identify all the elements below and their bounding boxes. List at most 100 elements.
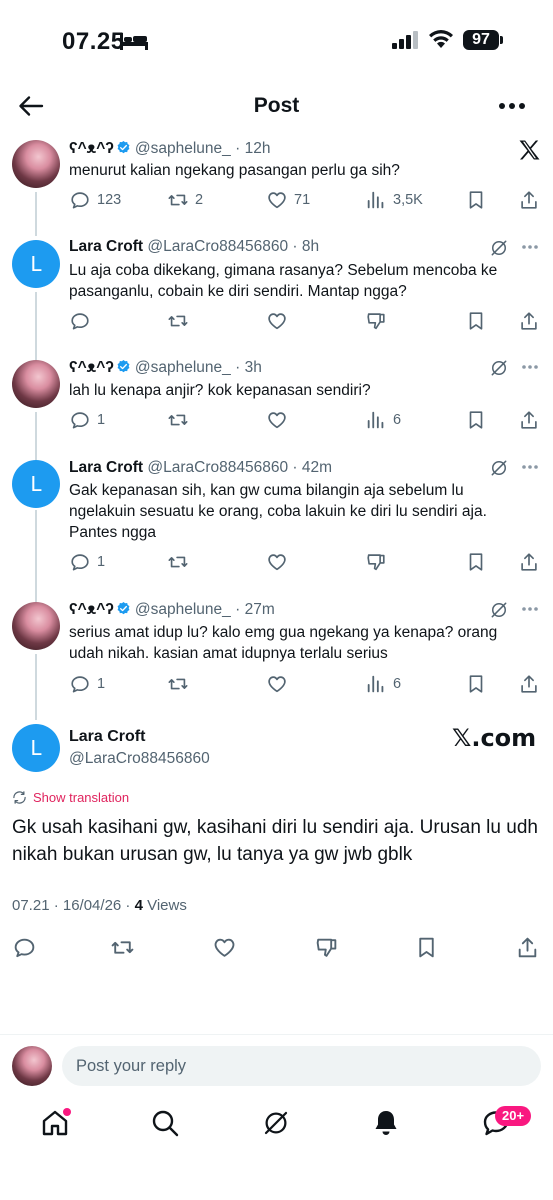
grok-icon[interactable] [489, 600, 509, 620]
thread-line [35, 510, 37, 602]
home-notification-dot [63, 1108, 71, 1116]
more-icon[interactable] [521, 464, 539, 470]
views-count: 3,5K [393, 192, 423, 208]
like-button[interactable] [266, 672, 288, 696]
reply-button[interactable]: 1 [69, 550, 105, 574]
views-count: 6 [393, 412, 402, 428]
repost-icon [167, 409, 189, 431]
author-handle[interactable]: @LaraCro88456860 [147, 238, 288, 255]
views-button[interactable]: 6 [365, 408, 401, 432]
share-icon [515, 935, 540, 960]
repost-button[interactable] [167, 550, 189, 574]
like-button[interactable]: 71 [266, 188, 310, 212]
share-button[interactable] [518, 309, 540, 333]
reply-button[interactable]: 1 [69, 408, 105, 432]
grok-icon[interactable] [489, 238, 509, 258]
my-avatar[interactable] [12, 1046, 52, 1086]
author-handle[interactable]: @saphelune_ [135, 140, 231, 157]
author-name[interactable]: ʕ^ᴥ^ʔ [69, 359, 114, 376]
repost-button[interactable]: 2 [167, 188, 203, 212]
back-arrow-icon[interactable] [18, 94, 44, 118]
show-translation-link[interactable]: Show translation [12, 790, 129, 805]
reply-button[interactable]: 1 [69, 672, 105, 696]
bookmark-icon [465, 310, 487, 332]
avatar[interactable] [12, 140, 60, 188]
messages-badge: 20+ [495, 1106, 532, 1126]
thread-line [35, 654, 37, 720]
author-name[interactable]: Lara Croft [69, 459, 143, 476]
thread-line [35, 192, 37, 236]
post-actions: 1 6 [69, 672, 539, 696]
more-icon[interactable] [521, 606, 539, 612]
repost-button[interactable] [167, 309, 189, 333]
nav-notifications[interactable] [371, 1108, 403, 1140]
main-post-text: Gk usah kasihani gw, kasihani diri lu se… [12, 817, 538, 865]
share-button[interactable] [518, 408, 540, 432]
author-handle[interactable]: @LaraCro88456860 [147, 459, 288, 476]
post-actions: 1 6 [69, 408, 539, 432]
battery-tip [500, 36, 503, 44]
thread-line [35, 292, 37, 360]
avatar[interactable] [12, 602, 60, 650]
repost-button[interactable] [110, 933, 135, 961]
author-name[interactable]: ʕ^ᴥ^ʔ [69, 601, 114, 618]
reply-button[interactable] [69, 309, 91, 333]
avatar[interactable] [12, 360, 60, 408]
share-button[interactable] [515, 933, 540, 961]
bookmark-button[interactable] [465, 550, 487, 574]
share-icon [518, 189, 540, 211]
post-time: · 3h [235, 359, 262, 376]
divider [0, 1034, 553, 1035]
bookmark-icon [414, 935, 439, 960]
nav-grok[interactable] [261, 1108, 293, 1140]
avatar[interactable]: L [12, 240, 60, 288]
dislike-button[interactable] [365, 309, 387, 333]
bookmark-button[interactable] [465, 672, 487, 696]
like-button[interactable] [266, 408, 288, 432]
more-icon[interactable] [521, 244, 539, 250]
more-icon[interactable] [498, 100, 526, 112]
main-post-actions [12, 933, 542, 961]
like-button[interactable] [266, 309, 288, 333]
timestamp-text: 07.21 · 16/04/26 · [12, 897, 135, 914]
avatar[interactable]: L [12, 724, 60, 772]
grok-icon[interactable] [489, 358, 509, 378]
share-button[interactable] [518, 672, 540, 696]
share-button[interactable] [518, 550, 540, 574]
repost-button[interactable] [167, 672, 189, 696]
views-count: 4 [134, 897, 143, 914]
dislike-button[interactable] [314, 933, 339, 961]
reply-icon [69, 673, 91, 695]
like-button[interactable] [212, 933, 237, 961]
bookmark-button[interactable] [465, 309, 487, 333]
bookmark-button[interactable] [465, 408, 487, 432]
reply-input[interactable]: Post your reply [62, 1046, 541, 1086]
views-button[interactable]: 3,5K [365, 188, 423, 212]
reply-button[interactable]: 123 [69, 188, 121, 212]
reply-count: 1 [97, 412, 106, 428]
nav-search[interactable] [150, 1108, 182, 1140]
author-handle[interactable]: @LaraCro88456860 [69, 750, 210, 768]
post-meta: ʕ^ᴥ^ʔ @saphelune_ · 3h [69, 359, 262, 377]
x-com-watermark: 𝕏.com [452, 724, 537, 752]
bookmark-button[interactable] [465, 188, 487, 212]
views-button[interactable]: 6 [365, 672, 401, 696]
dislike-button[interactable] [365, 550, 387, 574]
author-name[interactable]: Lara Croft [69, 238, 143, 255]
repost-button[interactable] [167, 408, 189, 432]
author-name[interactable]: ʕ^ᴥ^ʔ [69, 140, 114, 157]
wifi-icon [429, 30, 453, 48]
bell-icon [375, 1111, 397, 1135]
bookmark-button[interactable] [414, 933, 439, 961]
author-handle[interactable]: @saphelune_ [135, 359, 231, 376]
more-icon[interactable] [521, 364, 539, 370]
avatar[interactable]: L [12, 460, 60, 508]
x-logo-icon[interactable] [517, 138, 541, 162]
like-button[interactable] [266, 550, 288, 574]
share-button[interactable] [518, 188, 540, 212]
grok-icon[interactable] [489, 458, 509, 478]
author-name[interactable]: Lara Croft [69, 728, 145, 746]
reply-button[interactable] [12, 933, 37, 961]
author-handle[interactable]: @saphelune_ [135, 601, 231, 618]
bookmark-icon [465, 189, 487, 211]
